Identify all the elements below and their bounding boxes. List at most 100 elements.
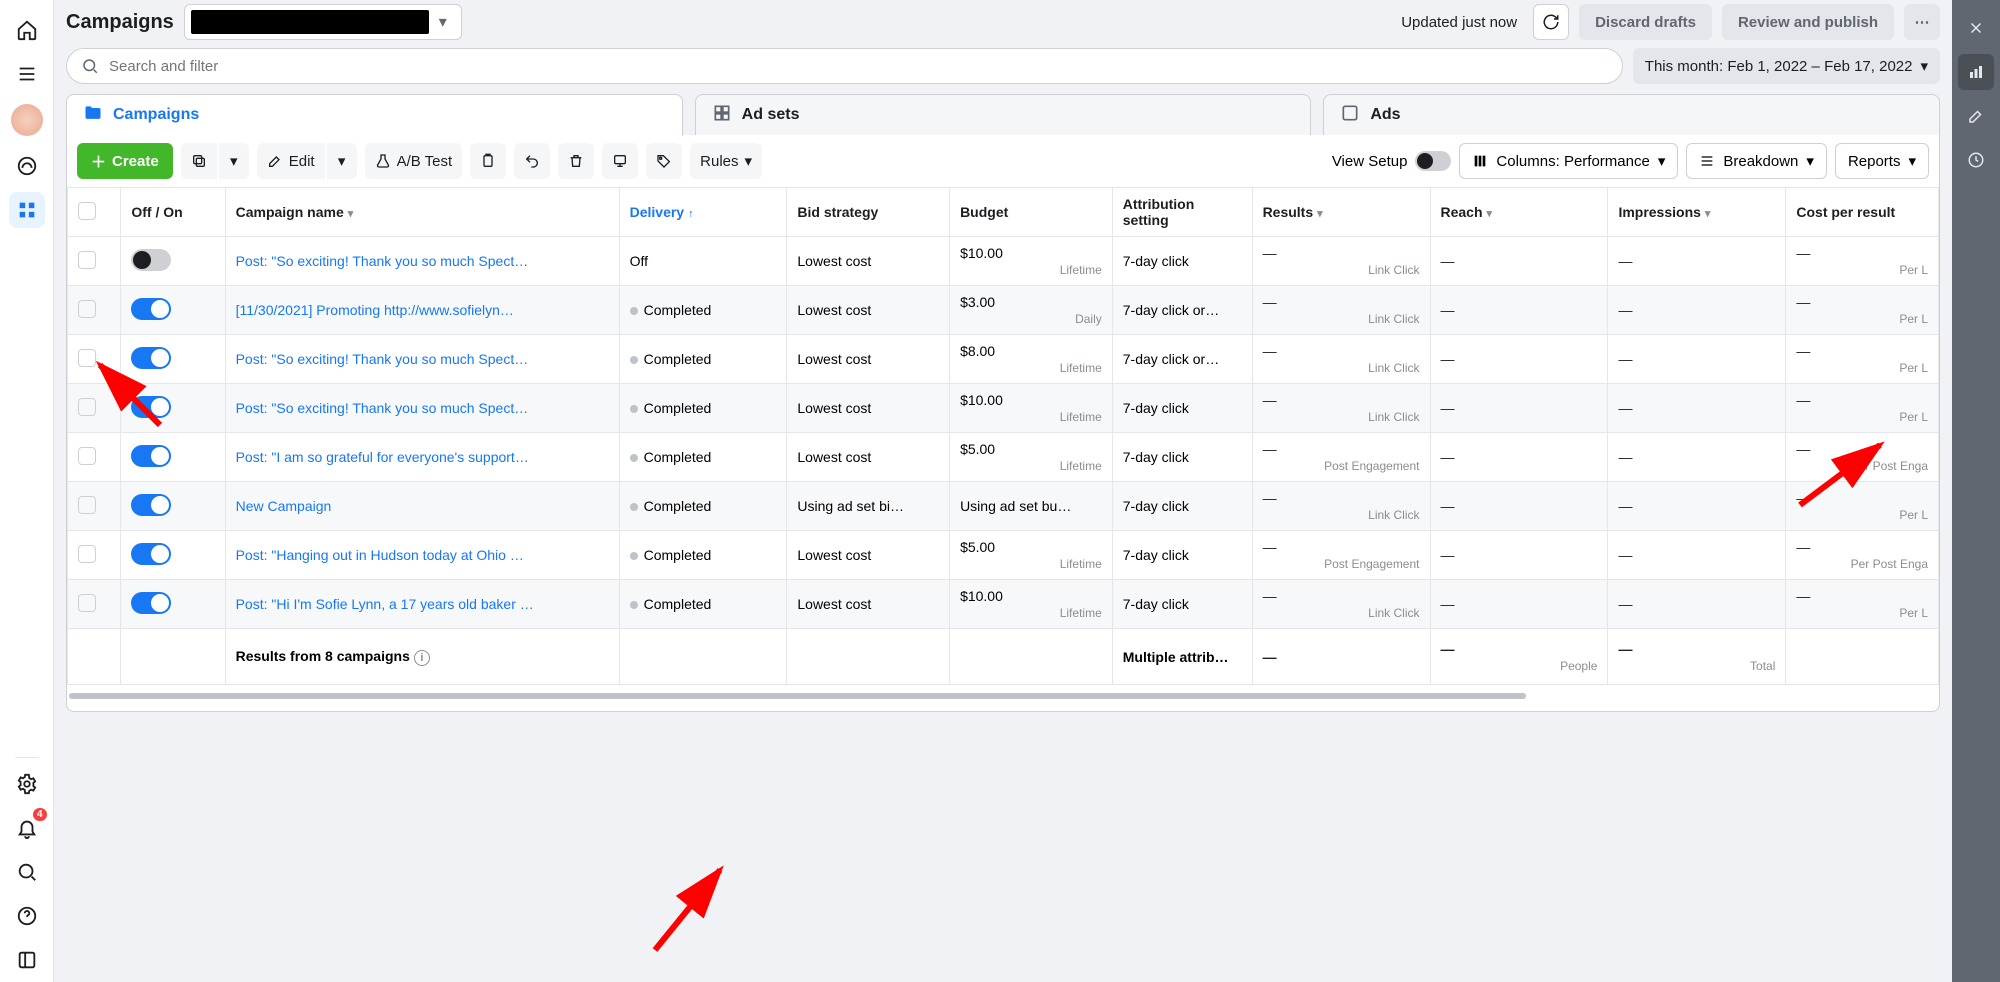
tab-campaigns[interactable]: Campaigns (66, 94, 683, 136)
row-name[interactable]: Post: "Hanging out in Hudson today at Oh… (225, 531, 619, 580)
review-publish-button[interactable]: Review and publish (1722, 4, 1894, 40)
row-reach: — (1430, 580, 1608, 629)
account-selector[interactable]: ▾ (184, 4, 462, 40)
edit-dropdown[interactable]: ▾ (327, 143, 357, 179)
columns-button[interactable]: Columns: Performance▾ (1459, 143, 1678, 179)
breakdown-button[interactable]: Breakdown▾ (1686, 143, 1827, 179)
col-delivery[interactable]: Delivery↑ (619, 188, 787, 237)
page-title: Campaigns (66, 11, 174, 34)
charts-icon[interactable] (1958, 54, 1994, 90)
row-toggle[interactable] (121, 482, 225, 531)
more-button[interactable]: ⋯ (1904, 4, 1940, 40)
row-results: —Link Click (1252, 335, 1430, 384)
col-bid[interactable]: Bid strategy (787, 188, 950, 237)
row-toggle[interactable] (121, 237, 225, 286)
row-checkbox[interactable] (68, 433, 121, 482)
help-icon[interactable] (9, 898, 45, 934)
date-range-picker[interactable]: This month: Feb 1, 2022 – Feb 17, 2022 ▾ (1633, 48, 1940, 84)
info-icon[interactable]: i (414, 650, 430, 666)
row-toggle[interactable] (121, 384, 225, 433)
row-checkbox[interactable] (68, 531, 121, 580)
row-name[interactable]: [11/30/2021] Promoting http://www.sofiel… (225, 286, 619, 335)
footer-reach: —People (1430, 629, 1608, 685)
menu-icon[interactable] (9, 56, 45, 92)
row-checkbox[interactable] (68, 237, 121, 286)
reports-button[interactable]: Reports▾ (1835, 143, 1929, 179)
col-attribution[interactable]: Attribution setting (1112, 188, 1252, 237)
search-filter[interactable] (66, 48, 1623, 84)
tab-adsets[interactable]: Ad sets (695, 94, 1312, 136)
row-cost: —Per L (1786, 286, 1939, 335)
col-reach[interactable]: Reach▾ (1430, 188, 1608, 237)
gear-icon[interactable] (9, 766, 45, 802)
close-icon[interactable] (1958, 10, 1994, 46)
row-toggle[interactable] (121, 286, 225, 335)
col-name[interactable]: Campaign name▾ (225, 188, 619, 237)
row-checkbox[interactable] (68, 580, 121, 629)
ab-test-button[interactable]: A/B Test (365, 143, 463, 179)
row-checkbox[interactable] (68, 482, 121, 531)
edit-button[interactable]: Edit (257, 143, 325, 179)
row-attribution: 7-day click or… (1112, 335, 1252, 384)
col-results[interactable]: Results▾ (1252, 188, 1430, 237)
col-offon[interactable]: Off / On (121, 188, 225, 237)
row-name[interactable]: Post: "So exciting! Thank you so much Sp… (225, 237, 619, 286)
row-name[interactable]: New Campaign (225, 482, 619, 531)
delete-button[interactable] (558, 143, 594, 179)
table-row: [11/30/2021] Promoting http://www.sofiel… (68, 286, 1939, 335)
rules-button[interactable]: Rules▾ (690, 143, 762, 179)
create-button[interactable]: ＋Create (77, 143, 173, 179)
row-reach: — (1430, 237, 1608, 286)
collapse-icon[interactable] (9, 942, 45, 978)
row-name[interactable]: Post: "So exciting! Thank you so much Sp… (225, 335, 619, 384)
search-input[interactable] (109, 58, 1608, 75)
table-row: Post: "Hanging out in Hudson today at Oh… (68, 531, 1939, 580)
history-icon[interactable] (1958, 142, 1994, 178)
row-checkbox[interactable] (68, 286, 121, 335)
row-toggle[interactable] (121, 335, 225, 384)
row-cost: —Per L (1786, 335, 1939, 384)
duplicate-button[interactable] (181, 143, 217, 179)
edit-icon[interactable] (1958, 98, 1994, 134)
discard-drafts-button[interactable]: Discard drafts (1579, 4, 1712, 40)
export-button[interactable] (602, 143, 638, 179)
chevron-down-icon: ▾ (1487, 208, 1493, 220)
gauge-icon[interactable] (9, 148, 45, 184)
duplicate-dropdown[interactable]: ▾ (219, 143, 249, 179)
tab-ads[interactable]: Ads (1323, 94, 1940, 136)
col-impressions[interactable]: Impressions▾ (1608, 188, 1786, 237)
copy-button[interactable] (470, 143, 506, 179)
tag-button[interactable] (646, 143, 682, 179)
undo-button[interactable] (514, 143, 550, 179)
view-setup-toggle[interactable] (1415, 151, 1451, 171)
search-icon[interactable] (9, 854, 45, 890)
row-toggle[interactable] (121, 531, 225, 580)
row-results: —Post Engagement (1252, 433, 1430, 482)
row-checkbox[interactable] (68, 384, 121, 433)
row-toggle[interactable] (121, 433, 225, 482)
row-name[interactable]: Post: "Hi I'm Sofie Lynn, a 17 years old… (225, 580, 619, 629)
bell-icon[interactable] (9, 810, 45, 846)
row-attribution: 7-day click (1112, 482, 1252, 531)
ads-manager-icon[interactable] (9, 192, 45, 228)
row-budget: $10.00Lifetime (950, 384, 1113, 433)
row-toggle[interactable] (121, 580, 225, 629)
col-checkbox[interactable] (68, 188, 121, 237)
right-rail (1952, 0, 2000, 982)
row-impressions: — (1608, 237, 1786, 286)
col-cost[interactable]: Cost per result (1786, 188, 1939, 237)
row-name[interactable]: Post: "So exciting! Thank you so much Sp… (225, 384, 619, 433)
row-checkbox[interactable] (68, 335, 121, 384)
col-budget[interactable]: Budget (950, 188, 1113, 237)
row-name[interactable]: Post: "I am so grateful for everyone's s… (225, 433, 619, 482)
home-icon[interactable] (9, 12, 45, 48)
refresh-button[interactable] (1533, 4, 1569, 40)
footer-results: — (1252, 629, 1430, 685)
avatar[interactable] (11, 104, 43, 136)
panel: ＋Create ▾ Edit ▾ A/B Test Rules▾ View Se… (66, 135, 1940, 712)
table-header-row: Off / On Campaign name▾ Delivery↑ Bid st… (68, 188, 1939, 237)
horizontal-scrollbar[interactable] (69, 691, 1937, 701)
row-results: —Link Click (1252, 286, 1430, 335)
row-attribution: 7-day click (1112, 580, 1252, 629)
row-delivery: Off (619, 237, 787, 286)
